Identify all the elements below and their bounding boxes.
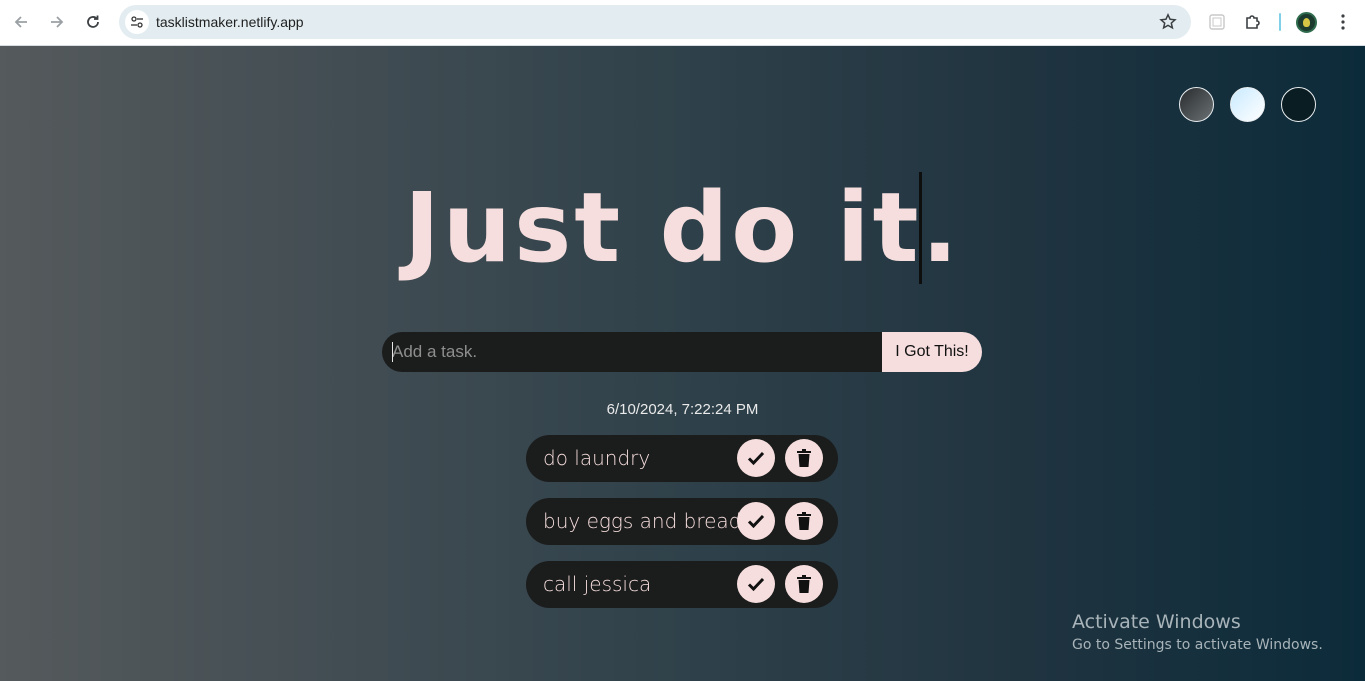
windows-activation-watermark: Activate Windows Go to Settings to activ… [1072, 611, 1323, 653]
check-icon [747, 577, 765, 592]
url-text: tasklistmaker.netlify.app [156, 14, 304, 30]
bookmark-star-icon[interactable] [1159, 13, 1177, 31]
menu-kebab-icon[interactable] [1331, 10, 1355, 34]
theme-darker-button[interactable] [1281, 87, 1316, 122]
check-icon [747, 451, 765, 466]
todo-item: buy eggs and bread [526, 498, 838, 545]
back-button[interactable] [7, 8, 35, 36]
theme-standard-button[interactable] [1179, 87, 1214, 122]
extensions-puzzle-icon[interactable] [1241, 10, 1265, 34]
reload-button[interactable] [79, 8, 107, 36]
datetime-display: 6/10/2024, 7:22:24 PM [606, 401, 759, 418]
delete-button[interactable] [785, 502, 823, 540]
todo-text: do laundry [543, 446, 651, 470]
toolbar-divider [1279, 13, 1281, 31]
todo-text: buy eggs and bread [543, 509, 742, 533]
todo-list: do laundry buy eggs and bread call jessi… [526, 435, 838, 624]
complete-button[interactable] [737, 565, 775, 603]
extension-icon[interactable] [1205, 10, 1229, 34]
delete-button[interactable] [785, 439, 823, 477]
app-page: Just do it. I Got This! 6/10/2024, 7:22:… [0, 46, 1365, 681]
forward-button[interactable] [43, 8, 71, 36]
input-text-cursor [392, 342, 393, 362]
check-icon [747, 514, 765, 529]
task-input[interactable] [382, 332, 882, 372]
add-task-button[interactable]: I Got This! [882, 332, 982, 372]
address-bar[interactable]: tasklistmaker.netlify.app [119, 5, 1191, 39]
profile-avatar[interactable] [1296, 12, 1317, 33]
site-info-icon[interactable] [125, 10, 149, 34]
title-text-cursor [919, 172, 922, 284]
complete-button[interactable] [737, 439, 775, 477]
header: Just do it. [0, 172, 1365, 284]
watermark-subtitle: Go to Settings to activate Windows. [1072, 637, 1323, 653]
delete-button[interactable] [785, 565, 823, 603]
trash-icon [797, 575, 811, 593]
page-title: Just do it. [404, 172, 961, 284]
watermark-title: Activate Windows [1072, 611, 1241, 633]
arrow-left-icon [14, 16, 27, 28]
todo-item: call jessica [526, 561, 838, 608]
browser-toolbar: tasklistmaker.netlify.app [0, 0, 1365, 46]
complete-button[interactable] [737, 502, 775, 540]
trash-icon [797, 512, 811, 530]
trash-icon [797, 449, 811, 467]
todo-text: call jessica [543, 572, 652, 596]
add-task-form: I Got This! [382, 332, 982, 372]
theme-light-button[interactable] [1230, 87, 1265, 122]
reload-icon [87, 15, 99, 28]
arrow-right-icon [51, 16, 64, 28]
todo-item: do laundry [526, 435, 838, 482]
